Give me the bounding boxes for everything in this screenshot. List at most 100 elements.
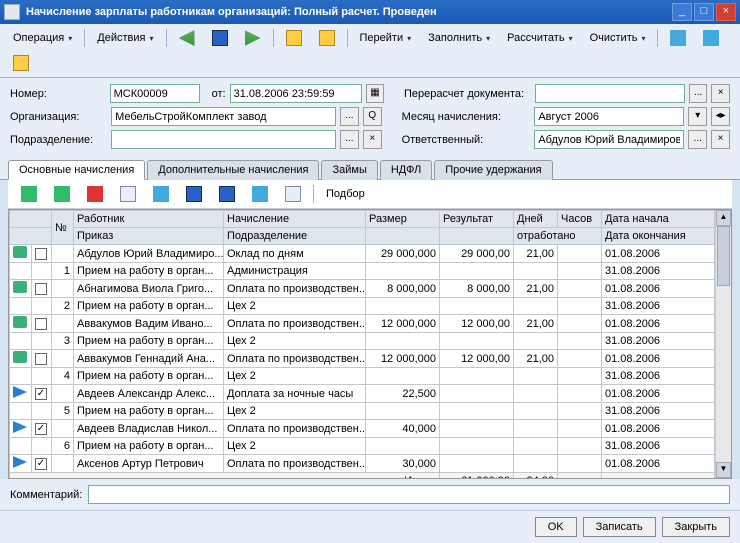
edit-row-button[interactable] xyxy=(47,183,77,205)
comment-input[interactable] xyxy=(88,485,730,504)
tab-loans[interactable]: Займы xyxy=(321,160,377,180)
table-row[interactable]: Аввакумов Геннадий Ана...Оплата по произ… xyxy=(10,350,715,368)
dept-clear-button[interactable]: × xyxy=(363,130,382,149)
clear-menu[interactable]: Очистить xyxy=(583,29,653,47)
row-status-icon xyxy=(13,281,27,293)
month-input[interactable] xyxy=(534,107,684,126)
refresh-button[interactable] xyxy=(245,183,275,205)
month-spin-button[interactable]: ◂▸ xyxy=(711,107,730,126)
row-checkbox[interactable] xyxy=(35,283,47,295)
tab-main-calc[interactable]: Основные начисления xyxy=(8,160,145,180)
col-emp[interactable]: Работник xyxy=(74,211,224,228)
toolbar-doc1-button[interactable] xyxy=(279,27,309,49)
sort-button[interactable] xyxy=(146,183,176,205)
table-row[interactable]: Аксенов Артур ПетровичОплата по производ… xyxy=(10,455,715,473)
col-dend[interactable]: Дата окончания xyxy=(602,228,715,245)
month-dd-button[interactable]: ▾ xyxy=(688,107,707,126)
table-row[interactable]: Абнагимова Виола Григо...Оплата по произ… xyxy=(10,280,715,298)
toolbar-cfg-button[interactable] xyxy=(696,27,726,49)
table-row[interactable]: 4Прием на работу в орган...Цех 231.08.20… xyxy=(10,368,715,385)
close-button[interactable]: × xyxy=(716,3,736,21)
minimize-button[interactable]: _ xyxy=(672,3,692,21)
selection-button[interactable]: Подбор xyxy=(319,185,372,203)
col-worked[interactable]: отработано xyxy=(514,228,602,245)
recalc-input[interactable] xyxy=(535,84,685,103)
col-dept[interactable]: Подразделение xyxy=(224,228,366,245)
number-label: Номер: xyxy=(10,88,106,100)
tab-ndfl[interactable]: НДФЛ xyxy=(380,160,432,180)
maximize-button[interactable]: □ xyxy=(694,3,714,21)
row-checkbox[interactable] xyxy=(35,423,47,435)
table-row[interactable]: 5Прием на работу в орган...Цех 231.08.20… xyxy=(10,403,715,420)
nav-fwd-button[interactable] xyxy=(238,27,268,49)
recalc-clear-button[interactable]: × xyxy=(711,84,730,103)
ok-button[interactable]: OK xyxy=(535,517,577,537)
col-n[interactable]: № xyxy=(52,211,74,245)
org-open-button[interactable]: Q xyxy=(363,107,382,126)
resp-input[interactable] xyxy=(534,130,684,149)
fill-menu[interactable]: Заполнить xyxy=(421,29,497,47)
scroll-up-button[interactable]: ▲ xyxy=(716,210,731,226)
del-row-button[interactable] xyxy=(80,183,110,205)
actions-menu[interactable]: Действия xyxy=(90,29,160,47)
col-order[interactable]: Приказ xyxy=(74,228,224,245)
sort-icon xyxy=(153,186,169,202)
row-checkbox[interactable] xyxy=(35,248,47,260)
from-label: от: xyxy=(212,88,226,100)
toolbar-grid-button[interactable] xyxy=(205,27,235,49)
nav-back-button[interactable] xyxy=(172,27,202,49)
col-size[interactable]: Размер xyxy=(366,211,440,228)
move-up-button[interactable] xyxy=(179,183,209,205)
toolbar-doc2-button[interactable] xyxy=(312,27,342,49)
goto-menu[interactable]: Перейти xyxy=(353,29,419,47)
toolbar-list-button[interactable] xyxy=(663,27,693,49)
row-checkbox[interactable] xyxy=(35,388,47,400)
table-row[interactable]: Абдулов Юрий Владимиро...Оклад по дням29… xyxy=(10,245,715,263)
recalc-select-button[interactable]: ... xyxy=(689,84,708,103)
operation-menu[interactable]: Операция xyxy=(6,29,79,47)
col-calc[interactable]: Начисление xyxy=(224,211,366,228)
row-checkbox[interactable] xyxy=(35,318,47,330)
org-input[interactable] xyxy=(111,107,336,126)
scroll-thumb[interactable] xyxy=(717,226,730,286)
toolbar-help-button[interactable] xyxy=(6,52,36,74)
date-input[interactable] xyxy=(230,84,362,103)
row-checkbox[interactable] xyxy=(35,353,47,365)
move-down-button[interactable] xyxy=(212,183,242,205)
resp-select-button[interactable]: ... xyxy=(688,130,707,149)
main-grid[interactable]: № Работник Начисление Размер Результат Д… xyxy=(9,210,715,478)
col-result[interactable]: Результат xyxy=(440,211,514,228)
month-label: Месяц начисления: xyxy=(402,111,531,123)
scroll-down-button[interactable]: ▼ xyxy=(716,462,731,478)
copy-row-button[interactable] xyxy=(113,183,143,205)
add-row-button[interactable] xyxy=(14,183,44,205)
resp-label: Ответственный: xyxy=(402,134,531,146)
dept-input[interactable] xyxy=(111,130,336,149)
tab-extra-calc[interactable]: Дополнительные начисления xyxy=(147,160,319,180)
row-checkbox[interactable] xyxy=(35,458,47,470)
col-dstart[interactable]: Дата начала xyxy=(602,211,715,228)
grid-wrapper: № Работник Начисление Размер Результат Д… xyxy=(8,209,732,479)
number-input[interactable] xyxy=(110,84,200,103)
tab-other[interactable]: Прочие удержания xyxy=(434,160,552,180)
vertical-scrollbar[interactable]: ▲ ▼ xyxy=(715,210,731,478)
table-row[interactable]: Аввакумов Вадим Ивано...Оплата по произв… xyxy=(10,315,715,333)
save-button[interactable]: Записать xyxy=(583,517,656,537)
date-picker-button[interactable]: ▦ xyxy=(366,84,385,103)
copy-icon xyxy=(120,186,136,202)
table-row[interactable]: Авдеев Александр Алекс...Доплата за ночн… xyxy=(10,385,715,403)
cancel-button[interactable]: Закрыть xyxy=(662,517,730,537)
resp-clear-button[interactable]: × xyxy=(711,130,730,149)
org-select-button[interactable]: ... xyxy=(340,107,359,126)
dept-select-button[interactable]: ... xyxy=(340,130,359,149)
comment-label: Комментарий: xyxy=(10,489,82,501)
table-row[interactable]: 2Прием на работу в орган...Цех 231.08.20… xyxy=(10,298,715,315)
col-hours[interactable]: Часов xyxy=(558,211,602,228)
col-days[interactable]: Дней xyxy=(514,211,558,228)
filter-button[interactable] xyxy=(278,183,308,205)
table-row[interactable]: 3Прием на работу в орган...Цех 231.08.20… xyxy=(10,333,715,350)
table-row[interactable]: Авдеев Владислав Никол...Оплата по произ… xyxy=(10,420,715,438)
table-row[interactable]: 6Прием на работу в орган...Цех 231.08.20… xyxy=(10,438,715,455)
table-row[interactable]: 1Прием на работу в орган...Администрация… xyxy=(10,263,715,280)
calc-menu[interactable]: Рассчитать xyxy=(500,29,579,47)
